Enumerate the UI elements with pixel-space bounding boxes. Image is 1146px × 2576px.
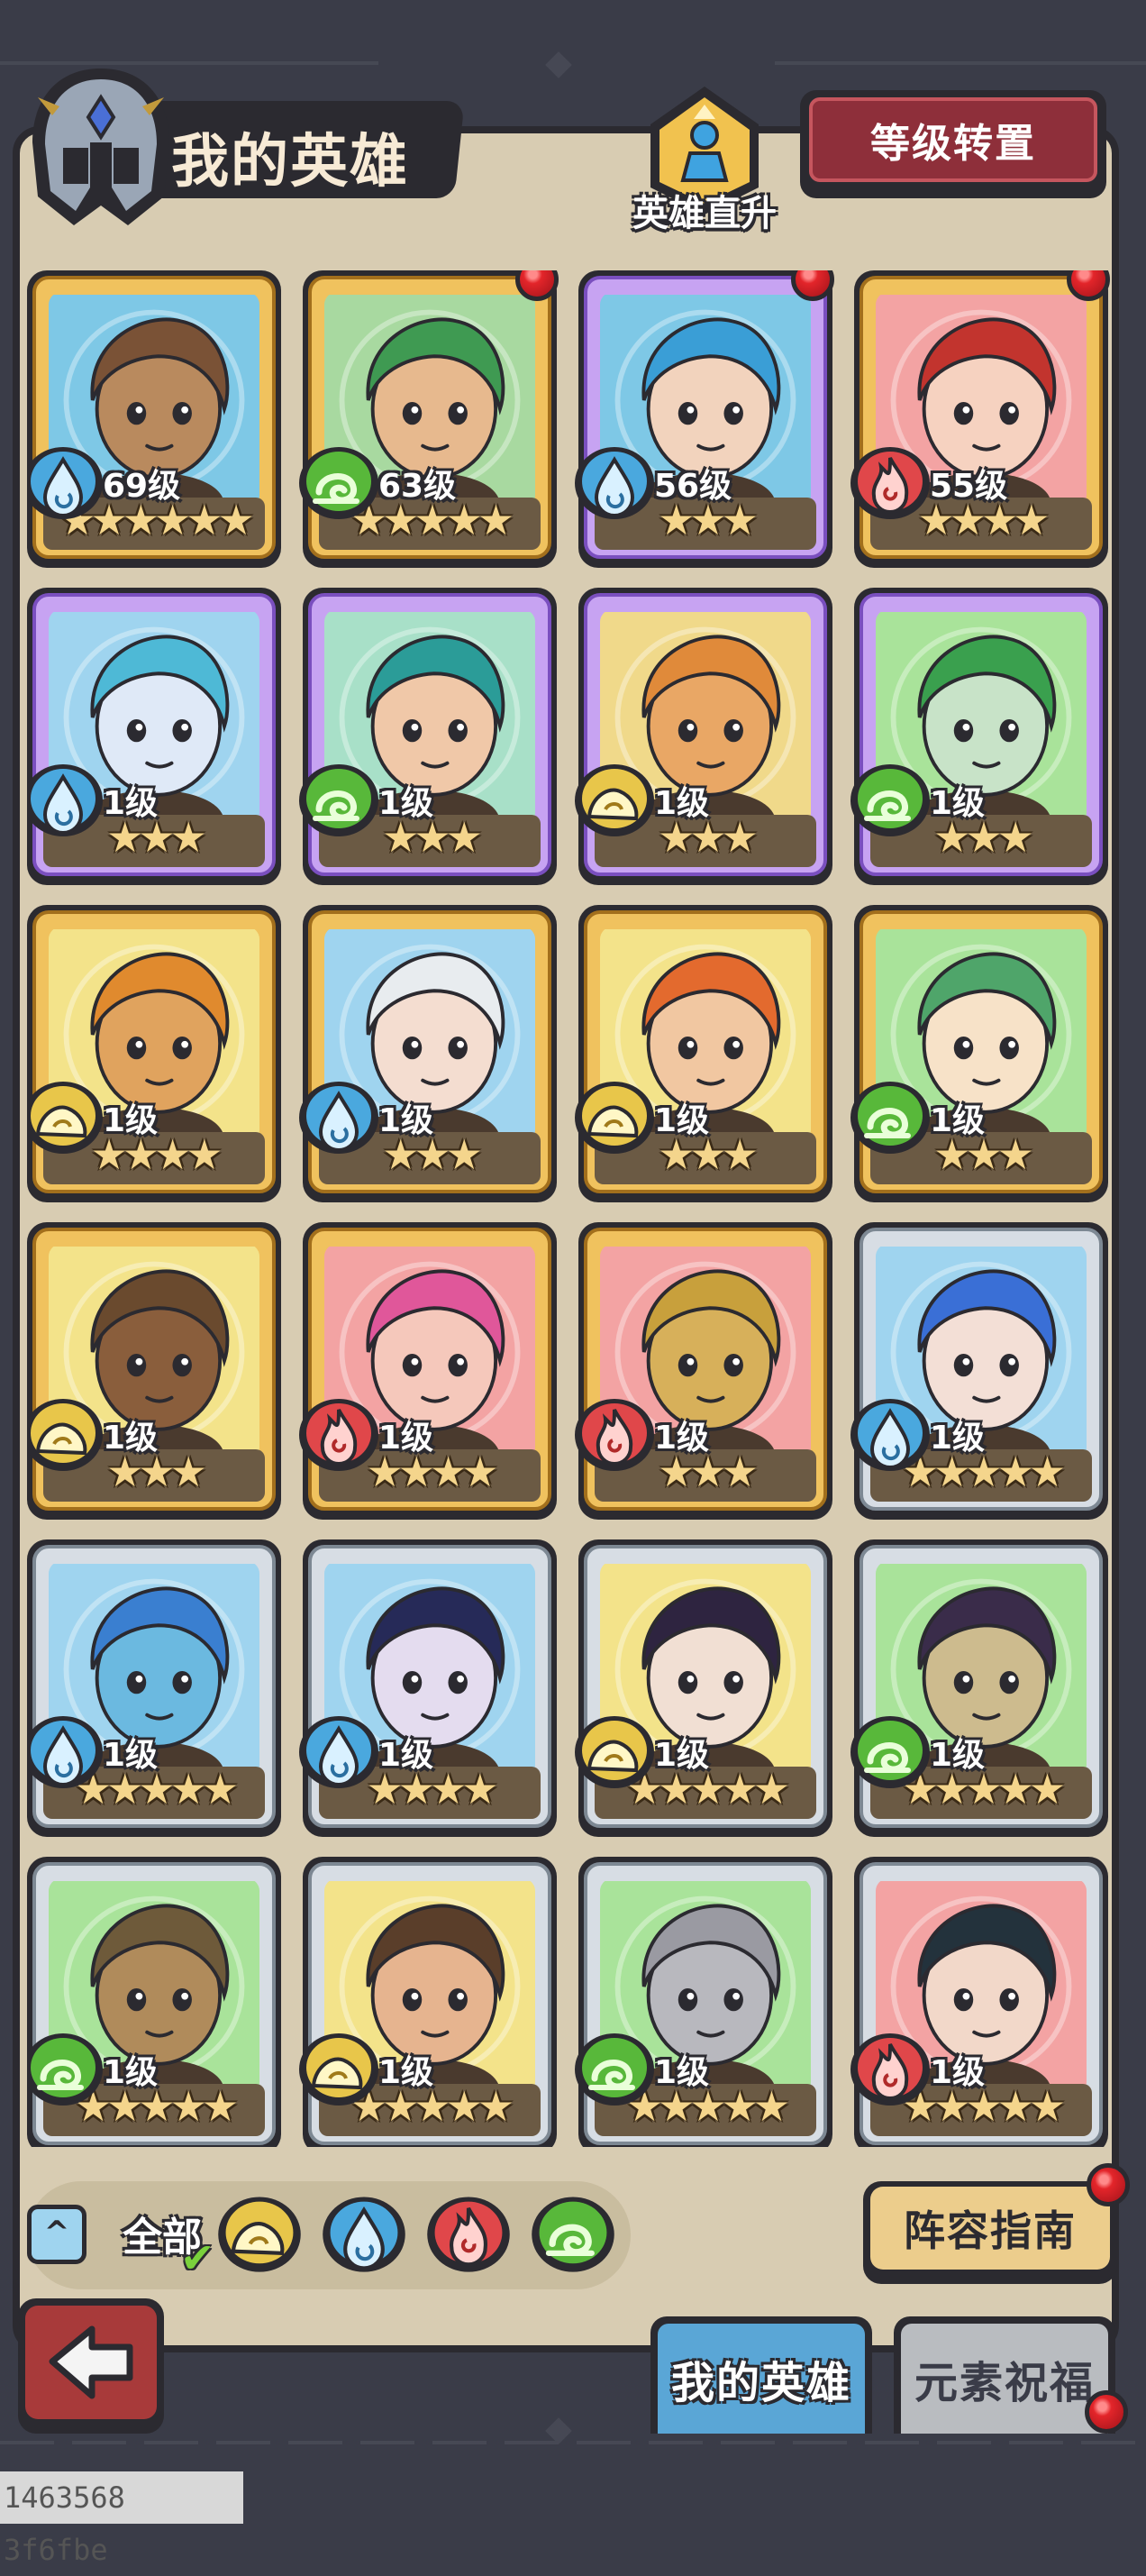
hero-promote-label[interactable]: 英雄直升 (623, 184, 786, 236)
earth-element-icon (27, 1076, 108, 1157)
hero-level: 1级 (930, 1420, 986, 1457)
water-element-icon (294, 1076, 384, 1157)
water-element-icon (845, 1393, 935, 1475)
lineup-guide-label: 阵容指南 (870, 2187, 1110, 2270)
hero-card[interactable]: ★★★★ 1级 (27, 905, 281, 1202)
hero-card[interactable]: ★★★ 1级 (850, 588, 1108, 885)
hero-card[interactable]: ★★★★★ 1级 (850, 1539, 1108, 1837)
watermark: 1463568 3f6fbe (0, 2471, 243, 2567)
hero-level: 1级 (378, 1420, 434, 1457)
tab-my-heroes-label: 我的英雄 (658, 2324, 865, 2434)
hero-level: 1级 (378, 785, 434, 822)
hero-card[interactable]: ★★★★★ 1级 (850, 1222, 1108, 1520)
water-element-icon (27, 1711, 108, 1792)
hero-level: 1级 (378, 1737, 434, 1774)
fire-element-icon (569, 1393, 659, 1475)
filter-water-element-icon[interactable] (317, 2187, 411, 2280)
wind-element-icon (845, 759, 935, 840)
blessing-notify-dot (1085, 2390, 1128, 2434)
level-transfer-button[interactable]: 等级转置 (800, 90, 1106, 198)
hero-card[interactable]: ★★★★★ 63级 (299, 270, 559, 568)
tab-my-heroes[interactable]: 我的英雄 (650, 2316, 872, 2434)
hero-level: 1级 (930, 2054, 986, 2091)
filter-earth-element-icon[interactable] (213, 2187, 306, 2280)
hero-card[interactable]: ★★★ 56级 (575, 270, 834, 568)
wind-element-icon (845, 1076, 935, 1157)
hero-level: 1级 (654, 2054, 710, 2091)
tab-element-blessing-label: 元素祝福 (901, 2324, 1108, 2434)
hero-card[interactable]: ★★★★★ 1级 (575, 1857, 832, 2147)
guide-notify-dot (1087, 2163, 1130, 2206)
hero-level: 1级 (930, 1102, 986, 1139)
lineup-guide-button[interactable]: 阵容指南 (863, 2181, 1117, 2284)
earth-element-icon (294, 2028, 384, 2109)
collapse-up-button[interactable]: ^ (27, 2205, 86, 2264)
hero-card[interactable]: ★★★★ 1级 (299, 1222, 557, 1520)
hero-level: 56级 (654, 468, 732, 505)
wind-element-icon (27, 2028, 108, 2109)
hero-level: 63级 (378, 468, 457, 505)
fire-element-icon (845, 442, 935, 523)
hero-level: 1级 (103, 1737, 159, 1774)
hero-card[interactable]: ★★★★★ 1级 (27, 1539, 281, 1837)
water-element-icon (27, 759, 108, 840)
hero-level: 1级 (654, 1102, 710, 1139)
hero-grid: ★★★★★★ 69级 ★★★★★ 63级 ★★★ 56级 ★★★★ 55级 ★★★ 1级 ★★★ 1级… (27, 270, 1119, 2147)
hero-card[interactable]: ★★★★★★ 69级 (27, 270, 281, 568)
hero-level: 1级 (378, 2054, 434, 2091)
hero-level: 1级 (654, 785, 710, 822)
earth-element-icon (27, 1393, 108, 1475)
earth-element-icon (569, 1711, 659, 1792)
hero-level: 1级 (103, 1420, 159, 1457)
wind-element-icon (845, 1711, 935, 1792)
hero-card[interactable]: ★★★ 1级 (850, 905, 1108, 1202)
hero-card[interactable]: ★★★ 1级 (575, 905, 832, 1202)
earth-element-icon (569, 1076, 659, 1157)
hero-card[interactable]: ★★★ 1级 (299, 588, 557, 885)
back-button[interactable] (18, 2298, 164, 2434)
level-transfer-label: 等级转置 (809, 97, 1097, 182)
hero-level: 1级 (378, 1102, 434, 1139)
earth-element-icon (569, 759, 659, 840)
page-title: 我的英雄 (171, 129, 409, 196)
hero-card[interactable]: ★★★★★ 1级 (575, 1539, 832, 1837)
tab-element-blessing[interactable]: 元素祝福 (894, 2316, 1115, 2434)
fire-element-icon (294, 1393, 384, 1475)
water-element-icon (27, 442, 108, 523)
hero-level: 1级 (654, 1737, 710, 1774)
hero-card[interactable]: ★★★ 1级 (575, 588, 832, 885)
hero-card[interactable]: ★★★★ 55级 (850, 270, 1110, 568)
filter-fire-element-icon[interactable] (422, 2187, 515, 2280)
hero-card[interactable]: ★★★★★ 1级 (850, 1857, 1108, 2147)
hero-level: 1级 (103, 2054, 159, 2091)
hero-level: 1级 (103, 1102, 159, 1139)
water-element-icon (569, 442, 659, 523)
back-button-face (25, 2306, 157, 2419)
hero-card[interactable]: ★★★★★ 1级 (27, 1857, 281, 2147)
hero-card[interactable]: ★★★ 1级 (299, 905, 557, 1202)
water-element-icon (294, 1711, 384, 1792)
hero-level: 1级 (930, 1737, 986, 1774)
wind-element-icon (569, 2028, 659, 2109)
wind-element-icon (294, 442, 384, 523)
hero-level: 1级 (930, 785, 986, 822)
hero-level: 1级 (103, 785, 159, 822)
hero-level: 69级 (103, 468, 181, 505)
wind-element-icon (294, 759, 384, 840)
filter-wind-element-icon[interactable] (526, 2187, 620, 2280)
hero-level: 55级 (930, 468, 1008, 505)
hero-card[interactable]: ★★★ 1级 (575, 1222, 832, 1520)
helmet-icon (32, 69, 169, 225)
hero-card[interactable]: ★★★ 1级 (27, 1222, 281, 1520)
hero-level: 1级 (654, 1420, 710, 1457)
hero-card[interactable]: ★★★★ 1级 (299, 1539, 557, 1837)
back-arrow-icon (49, 2325, 133, 2399)
fire-element-icon (845, 2028, 935, 2109)
check-icon: ✔ (180, 2233, 215, 2282)
hero-card[interactable]: ★★★ 1级 (27, 588, 281, 885)
hero-card[interactable]: ★★★★★ 1级 (299, 1857, 557, 2147)
